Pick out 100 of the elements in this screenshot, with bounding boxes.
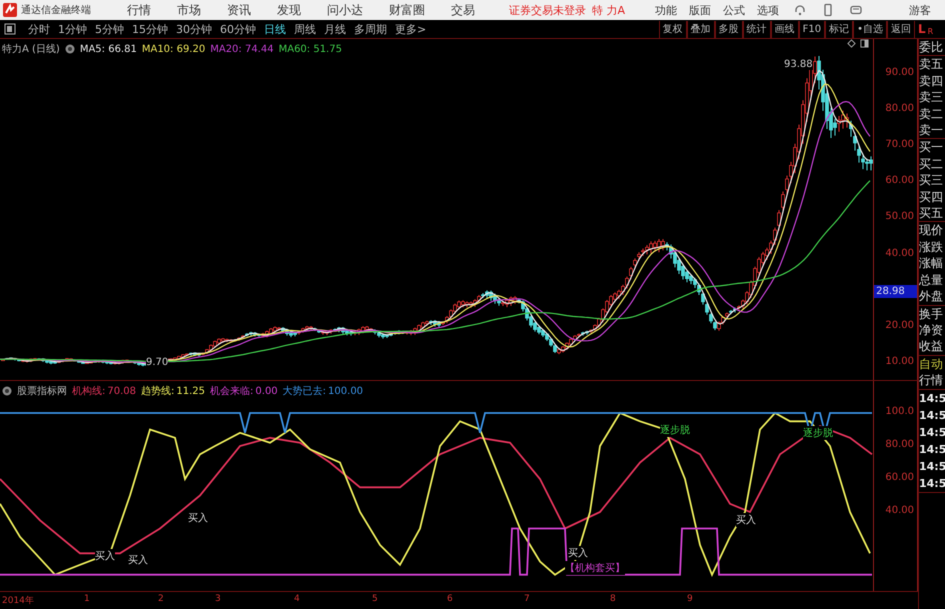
menu-item[interactable]: 行情 xyxy=(127,2,151,18)
corner-label[interactable]: R xyxy=(928,27,934,36)
tool-button[interactable]: 画线 xyxy=(770,20,799,38)
signal-label: 逐步脱 xyxy=(660,423,690,437)
indicator-axis-label: 100.0 xyxy=(885,406,914,417)
quote-field-label: 现价 xyxy=(919,222,944,239)
tool-button[interactable]: 返回 xyxy=(887,20,915,38)
price-axis-label: 40.00 xyxy=(885,248,914,258)
app-logo-icon xyxy=(3,3,17,17)
price-axis-label: 70.00 xyxy=(885,139,914,150)
panel-icon[interactable] xyxy=(860,39,870,48)
quote-field-label: 卖三 xyxy=(919,89,944,106)
menu-item[interactable]: 财富圈 xyxy=(389,2,425,18)
quote-field-label: 涨幅 xyxy=(919,255,944,272)
indicator-legend-label: 趋势线: xyxy=(141,384,174,398)
period-tab[interactable]: 分时 xyxy=(28,22,50,36)
quote-field-label: 外盘 xyxy=(919,288,944,304)
signal-label: 买入 xyxy=(128,553,148,567)
tool-button[interactable]: 统计 xyxy=(742,20,771,38)
tool-button[interactable]: F10 xyxy=(798,20,826,38)
settings-icon[interactable] xyxy=(2,386,12,396)
indicator-legend-value: 100.00 xyxy=(328,386,364,396)
stock-name: 特 力A xyxy=(592,2,626,18)
indicator-axis-label: 60.00 xyxy=(885,472,914,483)
indicator-legend-label: 机构线: xyxy=(72,384,106,398)
date-axis-label: 2 xyxy=(158,594,164,604)
top-action[interactable]: 功能 xyxy=(655,2,678,18)
quote-field-label: 行情 xyxy=(919,372,944,389)
period-tab[interactable]: 日线 xyxy=(264,22,286,36)
indicator-legend-label: 机会来临: xyxy=(210,384,254,398)
period-tab[interactable]: 周线 xyxy=(294,22,316,36)
indicator-axis-label: 80.00 xyxy=(885,439,914,450)
price-axis-label: 50.00 xyxy=(885,211,914,222)
indicator-legend-value: 11.25 xyxy=(176,386,206,396)
top-action[interactable]: 选项 xyxy=(757,2,780,18)
period-tab[interactable]: 1分钟 xyxy=(58,22,87,36)
quote-field-label: 换手 xyxy=(919,306,944,322)
period-tab[interactable]: 30分钟 xyxy=(176,22,212,36)
date-axis-label: 7 xyxy=(524,594,530,604)
date-axis-label: 4 xyxy=(294,594,300,604)
date-axis-label: 9 xyxy=(687,594,693,604)
period-tab[interactable]: 60分钟 xyxy=(220,22,256,36)
tool-button[interactable]: 复权 xyxy=(658,20,687,38)
signal-label: 逐步脱 xyxy=(803,426,833,440)
low-price-label: 9.70 xyxy=(146,357,168,368)
layout-icon[interactable] xyxy=(4,23,16,35)
tool-button[interactable]: 多股 xyxy=(714,20,743,38)
diamond-icon[interactable] xyxy=(847,39,856,48)
menu-item[interactable]: 资讯 xyxy=(227,2,251,18)
high-price-label: 93.88 xyxy=(784,59,813,70)
signal-label: 买入 xyxy=(95,549,115,563)
period-tab[interactable]: 5分钟 xyxy=(95,22,124,36)
period-tab[interactable]: 15分钟 xyxy=(132,22,168,36)
more-tab[interactable]: 更多> xyxy=(395,22,426,36)
quote-field-label: 总量 xyxy=(919,272,944,288)
price-axis-label: 90.00 xyxy=(885,67,914,78)
signal-label: 买入 xyxy=(736,513,756,527)
signal-label: 【机构套买】 xyxy=(565,561,625,575)
menu-item[interactable]: 市场 xyxy=(177,2,201,18)
date-axis-label: 3 xyxy=(215,594,221,604)
price-axis-label: 20.00 xyxy=(885,320,914,331)
menu-item[interactable]: 发现 xyxy=(277,2,301,18)
top-action[interactable]: 版面 xyxy=(689,2,712,18)
quote-field-label: 卖一 xyxy=(919,122,944,138)
quote-field-label: 涨跌 xyxy=(919,238,944,256)
menu-item[interactable]: 问小达 xyxy=(327,2,363,18)
settings-icon[interactable] xyxy=(64,44,75,54)
chart-title: 特力A (日线) xyxy=(2,42,60,56)
indicator-legend-label: 大势已去: xyxy=(282,384,326,398)
quote-field-label: 买五 xyxy=(919,205,944,222)
quote-field-label: 委比 xyxy=(919,39,944,56)
quote-field-label: 卖五 xyxy=(919,56,944,73)
corner-label[interactable]: L xyxy=(918,22,926,36)
user-label[interactable]: 游客 xyxy=(909,2,932,18)
tool-button[interactable]: 叠加 xyxy=(686,20,715,38)
ma-legend: MA20: 74.44 xyxy=(210,44,274,54)
date-axis-label: 1 xyxy=(84,594,90,604)
date-axis-label: 2014年 xyxy=(2,594,34,607)
app-title: 通达信金融终端 xyxy=(21,4,91,17)
indicator-legend-value: 0.00 xyxy=(255,386,278,396)
quote-field-label: 买四 xyxy=(919,188,944,206)
period-tab[interactable]: 多周期 xyxy=(354,22,387,36)
price-axis-label: 10.00 xyxy=(885,356,914,367)
tool-button[interactable]: •自选 xyxy=(853,20,887,38)
tool-button[interactable]: 标记 xyxy=(825,20,854,38)
quote-field-label: 卖二 xyxy=(919,106,944,122)
message-icon[interactable] xyxy=(849,3,864,17)
date-axis-label: 5 xyxy=(372,594,378,604)
current-price-tag: 28.98 xyxy=(874,285,917,298)
period-tab[interactable]: 月线 xyxy=(324,22,346,36)
price-axis-label: 60.00 xyxy=(885,175,914,186)
quote-field-label: 买二 xyxy=(919,156,944,172)
menu-item[interactable]: 交易 xyxy=(451,2,475,18)
top-action[interactable]: 公式 xyxy=(723,2,746,18)
date-axis-label: 6 xyxy=(447,594,453,604)
ma-legend: MA10: 69.20 xyxy=(142,44,206,54)
ma-legend: MA5: 66.81 xyxy=(80,44,137,54)
quote-field-label: 收益 xyxy=(919,338,944,355)
quote-field-label: 买一 xyxy=(919,139,944,156)
login-notice: 证券交易未登录 xyxy=(509,2,586,18)
